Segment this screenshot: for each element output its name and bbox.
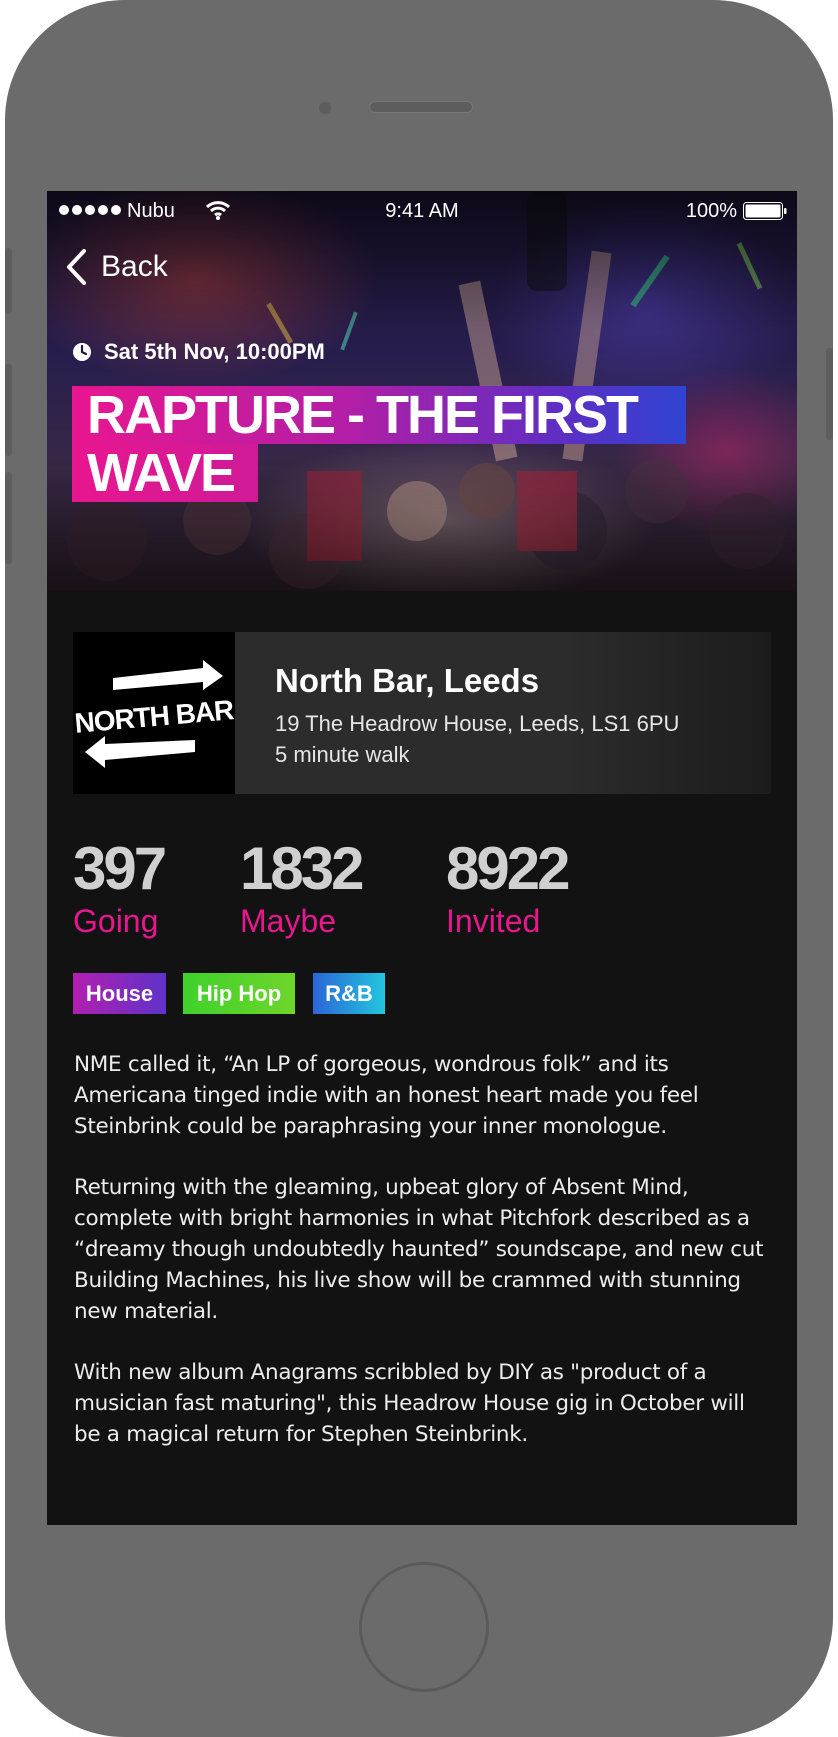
maybe-label: Maybe xyxy=(240,903,337,939)
event-title-line-1: RAPTURE - THE FIRST xyxy=(72,386,686,444)
tag-house[interactable]: House xyxy=(73,973,166,1014)
event-title-line-2: WAVE xyxy=(72,444,258,502)
going-label: Going xyxy=(73,903,159,939)
north-bar-logo: NORTH BAR xyxy=(73,660,235,768)
app-screen: Nubu 9:41 AM 100% Back Sat 5th Nov, 10:0… xyxy=(47,191,797,1525)
description-paragraph-1: NME called it, “An LP of gorgeous, wondr… xyxy=(74,1052,699,1139)
event-datetime-text: Sat 5th Nov, 10:00PM xyxy=(104,339,325,364)
back-button[interactable]: Back xyxy=(65,247,168,287)
going-count: 397 xyxy=(73,835,167,902)
earpiece-speaker xyxy=(369,101,473,113)
power-button xyxy=(826,348,833,440)
battery-icon xyxy=(743,202,787,220)
description-paragraph-3: With new album Anagrams scribbled by DIY… xyxy=(74,1360,745,1447)
stat-going[interactable]: 397 Going xyxy=(73,835,167,940)
clock-icon xyxy=(73,343,91,361)
event-datetime: Sat 5th Nov, 10:00PM xyxy=(72,339,325,365)
status-bar: Nubu 9:41 AM 100% xyxy=(47,191,797,231)
stat-maybe[interactable]: 1832 Maybe xyxy=(240,835,364,940)
back-label: Back xyxy=(101,250,168,283)
phone-frame: Nubu 9:41 AM 100% Back Sat 5th Nov, 10:0… xyxy=(5,0,833,1737)
logo-text: NORTH BAR xyxy=(73,694,235,739)
venue-address: 19 The Headrow House, Leeds, LS1 6PU xyxy=(275,711,680,736)
chevron-left-icon xyxy=(67,249,86,285)
tag-hip-hop[interactable]: Hip Hop xyxy=(183,973,295,1014)
invited-label: Invited xyxy=(446,903,541,939)
clock-time: 9:41 AM xyxy=(385,200,459,222)
maybe-count: 1832 xyxy=(240,835,364,902)
venue-logo: NORTH BAR xyxy=(73,632,235,794)
stat-invited[interactable]: 8922 Invited xyxy=(446,835,570,940)
venue-walk-time: 5 minute walk xyxy=(275,742,410,767)
volume-up-button xyxy=(5,364,12,456)
battery-percentage: 100% xyxy=(685,200,737,222)
event-hero-image: Nubu 9:41 AM 100% Back Sat 5th Nov, 10:0… xyxy=(47,191,797,591)
home-button[interactable] xyxy=(359,1562,489,1692)
tag-rnb[interactable]: R&B xyxy=(313,973,385,1014)
venue-card[interactable]: NORTH BAR North Bar, Leeds 19 The Headro… xyxy=(73,632,771,794)
volume-down-button xyxy=(5,472,12,564)
description-paragraph-2: Returning with the gleaming, upbeat glor… xyxy=(74,1175,764,1324)
venue-name: North Bar, Leeds xyxy=(275,662,540,699)
mute-switch xyxy=(5,248,12,314)
front-camera xyxy=(319,102,331,114)
invited-count: 8922 xyxy=(446,835,570,902)
